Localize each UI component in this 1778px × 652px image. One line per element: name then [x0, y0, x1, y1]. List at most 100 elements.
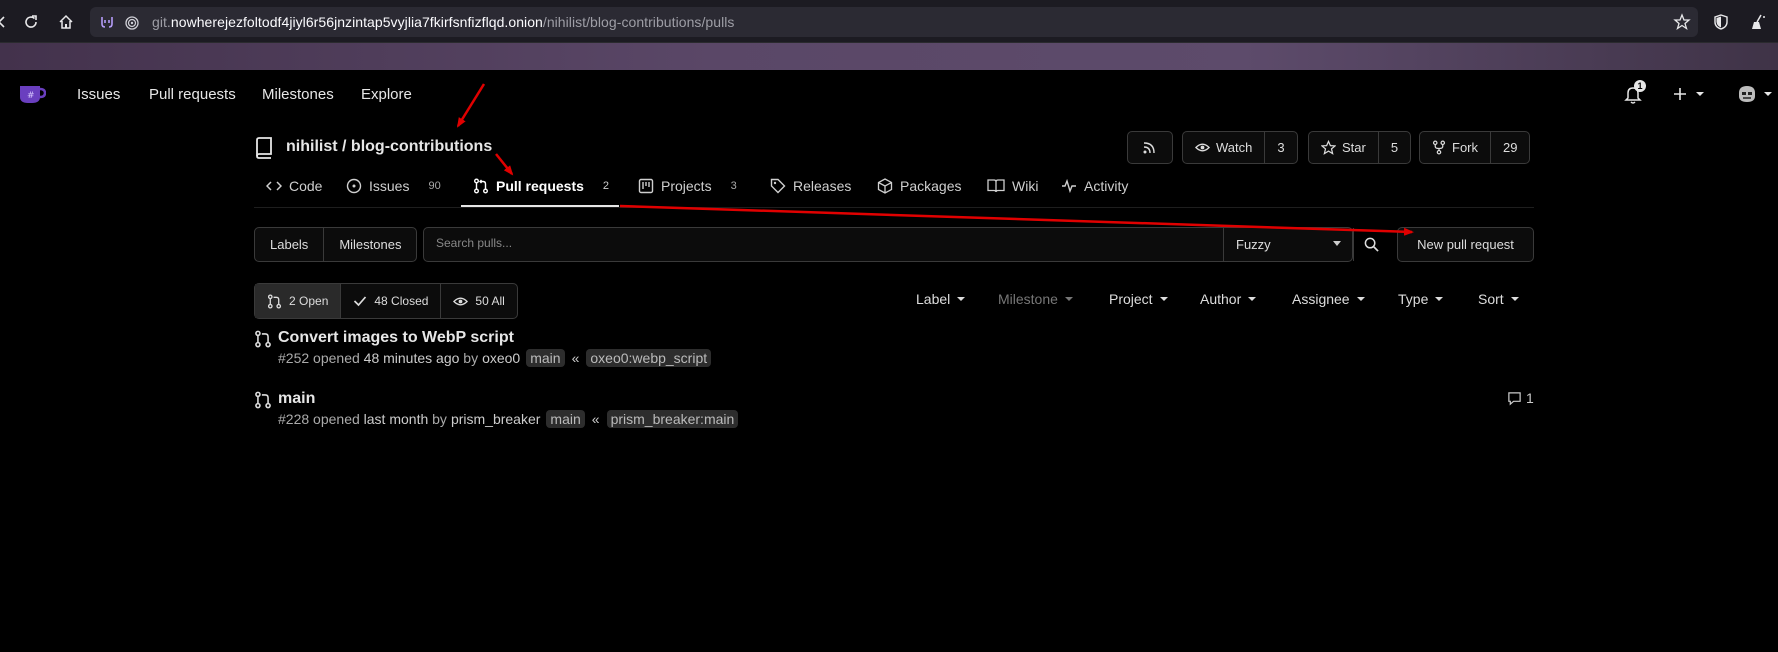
reload-icon[interactable] — [19, 10, 43, 34]
star-count[interactable]: 5 — [1377, 132, 1410, 163]
rss-icon — [1128, 132, 1170, 163]
tor-banner-strip — [0, 43, 1778, 70]
comment-icon — [1508, 391, 1521, 405]
tab-activity[interactable]: Activity — [1061, 178, 1128, 194]
svg-text:#: # — [27, 91, 35, 101]
top-navbar: # Issues Pull requests Milestones Explor… — [0, 70, 1778, 118]
tab-activity-label: Activity — [1084, 178, 1129, 194]
author-filter-dropdown[interactable]: Author — [1200, 291, 1257, 307]
forgejo-logo-icon[interactable]: # — [18, 83, 47, 105]
rss-button[interactable] — [1127, 131, 1173, 164]
pr-number[interactable]: #252 — [278, 350, 309, 366]
pr-title-link[interactable]: Convert images to WebP script — [278, 329, 514, 347]
search-button[interactable] — [1353, 228, 1389, 261]
tab-releases[interactable]: Releases — [770, 178, 851, 194]
comment-count: 1 — [1526, 390, 1534, 406]
tab-wiki-label: Wiki — [1012, 178, 1039, 194]
state-all[interactable]: 50 All — [440, 284, 516, 318]
pr-number[interactable]: #228 — [278, 411, 309, 427]
chevron-down-icon — [1356, 297, 1365, 301]
nav-milestones[interactable]: Milestones — [262, 86, 334, 103]
label-filter-dropdown[interactable]: Label — [916, 291, 966, 307]
nav-pull-requests[interactable]: Pull requests — [149, 86, 236, 103]
pr-source-branch[interactable]: oxeo0:webp_script — [586, 349, 712, 367]
star-icon — [1321, 140, 1336, 155]
fork-button-group: Fork 29 — [1419, 131, 1531, 164]
watch-count[interactable]: 3 — [1264, 132, 1296, 163]
pull-request-icon — [255, 391, 271, 409]
pr-target-branch[interactable]: main — [526, 349, 565, 367]
url-text[interactable]: git.nowherejezfoltodf4jiyl6r56jnzintap5v… — [152, 14, 734, 30]
fuzzy-select[interactable]: Fuzzy — [1223, 228, 1353, 261]
comment-count-link[interactable]: 1 — [1507, 390, 1534, 406]
project-filter-dropdown[interactable]: Project — [1109, 291, 1168, 307]
watch-button[interactable]: Watch — [1183, 132, 1264, 163]
labels-button[interactable]: Labels — [255, 228, 323, 261]
new-pull-request-button[interactable]: New pull request — [1397, 227, 1534, 262]
chevron-down-icon — [1064, 297, 1073, 301]
nav-explore[interactable]: Explore — [361, 86, 412, 103]
pr-source-branch[interactable]: prism_breaker:main — [606, 410, 739, 428]
eye-icon — [1195, 143, 1210, 152]
tab-projects[interactable]: Projects 3 — [638, 178, 737, 194]
labels-milestones-group: Labels Milestones — [254, 227, 418, 262]
tor-circuit-icon[interactable] — [97, 12, 117, 32]
sort-dropdown[interactable]: Sort — [1478, 291, 1519, 307]
state-open[interactable]: 2 Open — [255, 284, 341, 318]
milestones-button[interactable]: Milestones — [323, 228, 416, 261]
pull-request-icon — [267, 293, 282, 309]
pr-target-branch[interactable]: main — [546, 410, 585, 428]
pull-request-icon — [255, 330, 271, 348]
type-filter-dropdown[interactable]: Type — [1398, 291, 1444, 307]
tab-code[interactable]: Code — [266, 178, 322, 194]
onion-icon[interactable] — [123, 13, 141, 31]
assignee-filter-label: Assignee — [1292, 291, 1350, 307]
state-closed-label: 48 Closed — [374, 294, 429, 308]
shield-icon[interactable] — [1709, 10, 1733, 34]
create-menu-button[interactable] — [1672, 84, 1712, 104]
bookmark-star-icon[interactable] — [1670, 10, 1694, 34]
url-path: /nihilist/blog-contributions/pulls — [542, 14, 735, 30]
plus-icon — [1674, 88, 1686, 100]
star-button[interactable]: Star — [1309, 132, 1378, 163]
tab-pull-requests-count: 2 — [602, 180, 610, 192]
tab-releases-label: Releases — [793, 178, 852, 194]
home-icon[interactable] — [54, 10, 78, 34]
chevron-down-icon — [957, 297, 966, 301]
tab-packages-label: Packages — [900, 178, 962, 194]
assignee-filter-dropdown[interactable]: Assignee — [1292, 291, 1365, 307]
tab-issues-label: Issues — [369, 178, 410, 194]
tab-pull-requests-label: Pull requests — [496, 178, 584, 194]
url-prefix: git. — [152, 14, 171, 30]
tab-wiki[interactable]: Wiki — [987, 178, 1038, 194]
repo-name-link[interactable]: blog-contributions — [351, 138, 492, 155]
repo-owner-link[interactable]: nihilist — [286, 138, 338, 155]
repo-separator: / — [342, 138, 347, 155]
pr-by: by — [463, 350, 479, 366]
back-icon[interactable] — [0, 10, 14, 34]
tab-packages[interactable]: Packages — [877, 178, 961, 194]
star-button-group: Star 5 — [1308, 131, 1412, 164]
pr-title-link[interactable]: main — [278, 390, 315, 408]
state-open-label: 2 Open — [289, 294, 329, 308]
issue-icon — [346, 178, 362, 194]
nav-issues[interactable]: Issues — [77, 86, 120, 103]
notifications-button[interactable]: 1 — [1622, 80, 1646, 107]
search-input[interactable] — [436, 236, 1196, 250]
state-closed[interactable]: 48 Closed — [340, 284, 440, 318]
tab-code-label: Code — [289, 178, 323, 194]
user-menu-button[interactable] — [1736, 82, 1778, 106]
fork-button[interactable]: Fork — [1420, 132, 1490, 163]
package-icon — [877, 178, 893, 194]
pr-author[interactable]: prism_breaker — [451, 411, 540, 427]
address-bar[interactable]: git.nowherejezfoltodf4jiyl6r56jnzintap5v… — [90, 7, 1698, 37]
tab-issues[interactable]: Issues 90 — [346, 178, 441, 194]
sort-label: Sort — [1478, 291, 1504, 307]
pr-author[interactable]: oxeo0 — [482, 350, 520, 366]
new-identity-broom-icon[interactable] — [1746, 10, 1770, 34]
tab-pull-requests[interactable]: Pull requests 2 — [473, 178, 609, 194]
notification-badge: 1 — [1634, 80, 1646, 92]
tag-icon — [770, 178, 786, 194]
milestone-filter-dropdown[interactable]: Milestone — [998, 291, 1073, 307]
fork-count[interactable]: 29 — [1490, 132, 1529, 163]
